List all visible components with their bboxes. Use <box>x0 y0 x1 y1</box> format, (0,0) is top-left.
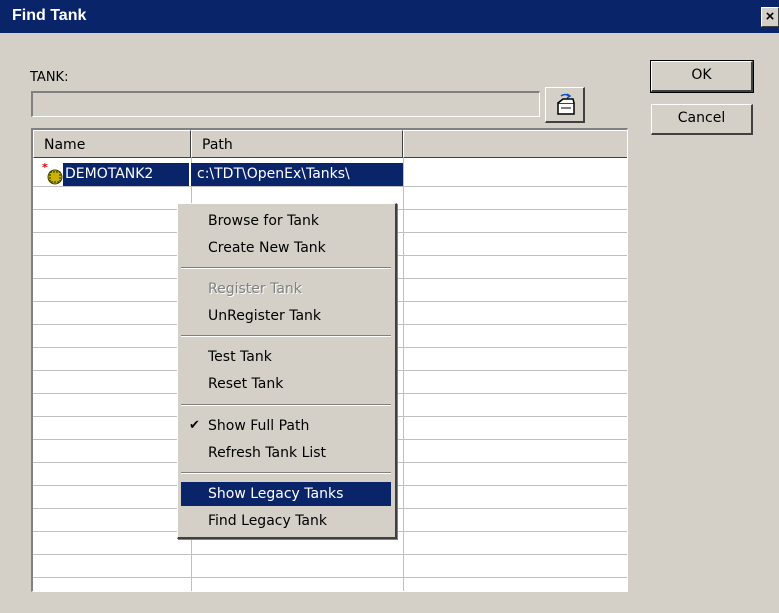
ok-button[interactable]: OK <box>650 60 754 93</box>
menu-item-find-legacy-tank[interactable]: Find Legacy Tank <box>181 509 391 533</box>
menu-item-browse-for-tank[interactable]: Browse for Tank <box>181 209 391 233</box>
grid-line <box>33 554 627 555</box>
context-menu: Browse for Tank Create New Tank Register… <box>177 203 397 539</box>
open-folder-icon <box>557 93 575 115</box>
menu-item-refresh-tank-list[interactable]: Refresh Tank List <box>181 441 391 465</box>
column-header-path[interactable]: Path <box>191 130 403 158</box>
menu-separator <box>181 335 391 337</box>
tank-label: TANK: <box>30 70 69 85</box>
menu-separator <box>181 267 391 269</box>
grid-line <box>33 186 627 187</box>
window-title: Find Tank <box>12 7 87 24</box>
grid-line <box>33 577 627 578</box>
menu-item-reset-tank[interactable]: Reset Tank <box>181 372 391 396</box>
browse-tank-button[interactable] <box>545 87 585 123</box>
column-header-name[interactable]: Name <box>33 130 191 158</box>
cancel-button[interactable]: Cancel <box>651 104 753 135</box>
row-path-cell[interactable]: c:\TDT\OpenEx\Tanks\ <box>191 163 403 186</box>
menu-item-label: Show Full Path <box>208 418 310 434</box>
title-bar: Find Tank × <box>0 0 779 33</box>
checkmark-icon: ✔ <box>189 418 200 433</box>
menu-item-unregister-tank[interactable]: UnRegister Tank <box>181 304 391 328</box>
column-header-extra[interactable] <box>403 130 627 158</box>
tank-icon: * <box>42 163 63 185</box>
menu-item-show-legacy-tanks[interactable]: Show Legacy Tanks <box>181 482 391 506</box>
dialog-bottom-edge <box>0 607 779 613</box>
close-button[interactable]: × <box>761 7 779 27</box>
tank-input[interactable] <box>31 91 540 117</box>
menu-item-test-tank[interactable]: Test Tank <box>181 345 391 369</box>
svg-text:*: * <box>42 163 48 174</box>
menu-separator <box>181 472 391 474</box>
menu-item-register-tank: Register Tank <box>208 281 302 297</box>
menu-item-create-new-tank[interactable]: Create New Tank <box>181 236 391 260</box>
row-name-cell[interactable]: DEMOTANK2 <box>63 163 189 186</box>
menu-separator <box>181 404 391 406</box>
menu-item-show-full-path[interactable]: ✔ Show Full Path <box>181 414 391 438</box>
grid-line <box>403 158 404 591</box>
